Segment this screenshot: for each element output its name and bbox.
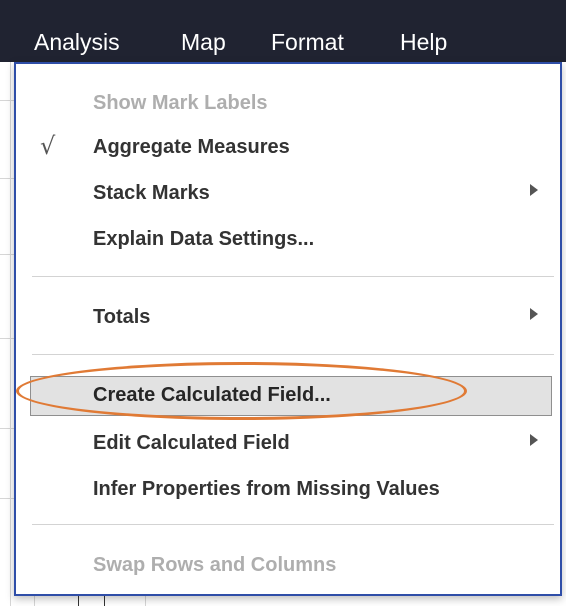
- menu-item-explain-data-settings[interactable]: Explain Data Settings...: [16, 222, 560, 258]
- background-gridline: [104, 596, 105, 606]
- menu-item-label: Swap Rows and Columns: [93, 554, 337, 576]
- menu-item-swap-rows-columns[interactable]: Swap Rows and Columns: [16, 548, 560, 584]
- menu-separator: [32, 276, 554, 277]
- menu-item-infer-properties[interactable]: Infer Properties from Missing Values: [16, 472, 560, 508]
- background-gridline: [78, 596, 79, 606]
- menu-item-totals[interactable]: Totals: [16, 300, 560, 336]
- menu-item-label: Explain Data Settings...: [93, 228, 315, 250]
- submenu-arrow-icon: [530, 308, 538, 320]
- menu-bar: Analysis Map Format Help: [0, 0, 566, 62]
- submenu-arrow-icon: [530, 184, 538, 196]
- background-gridline: [10, 62, 11, 606]
- background-gridline: [0, 498, 14, 499]
- menu-format[interactable]: Format: [271, 28, 344, 56]
- background-gridline: [0, 178, 14, 179]
- menu-item-show-mark-labels[interactable]: Show Mark Labels: [16, 86, 560, 122]
- menu-item-aggregate-measures[interactable]: √ Aggregate Measures: [16, 130, 560, 166]
- menu-item-label: Aggregate Measures: [93, 136, 290, 158]
- menu-item-create-calculated-field[interactable]: Create Calculated Field...: [16, 376, 560, 416]
- background-gridline: [0, 428, 14, 429]
- background-gridline: [34, 596, 35, 606]
- menu-item-stack-marks[interactable]: Stack Marks: [16, 176, 560, 212]
- menu-analysis[interactable]: Analysis: [34, 28, 120, 56]
- menu-separator: [32, 524, 554, 525]
- background-gridline: [0, 254, 14, 255]
- background-gridline: [0, 338, 14, 339]
- menu-item-label: Edit Calculated Field: [93, 432, 290, 454]
- menu-item-label: Totals: [93, 306, 151, 328]
- submenu-arrow-icon: [530, 434, 538, 446]
- menu-item-label: Infer Properties from Missing Values: [93, 478, 440, 500]
- background-gridline: [145, 596, 146, 606]
- analysis-dropdown-menu: Show Mark Labels √ Aggregate Measures St…: [14, 62, 562, 596]
- menu-item-edit-calculated-field[interactable]: Edit Calculated Field: [16, 426, 560, 462]
- menu-item-label: Show Mark Labels: [93, 92, 268, 114]
- checkmark-icon: √: [40, 132, 56, 160]
- menu-item-label: Stack Marks: [93, 182, 210, 204]
- menu-separator: [32, 354, 554, 355]
- background-gridline: [0, 100, 14, 101]
- menu-item-label: Create Calculated Field...: [93, 384, 331, 406]
- menu-help[interactable]: Help: [400, 28, 447, 56]
- menu-map[interactable]: Map: [181, 28, 226, 56]
